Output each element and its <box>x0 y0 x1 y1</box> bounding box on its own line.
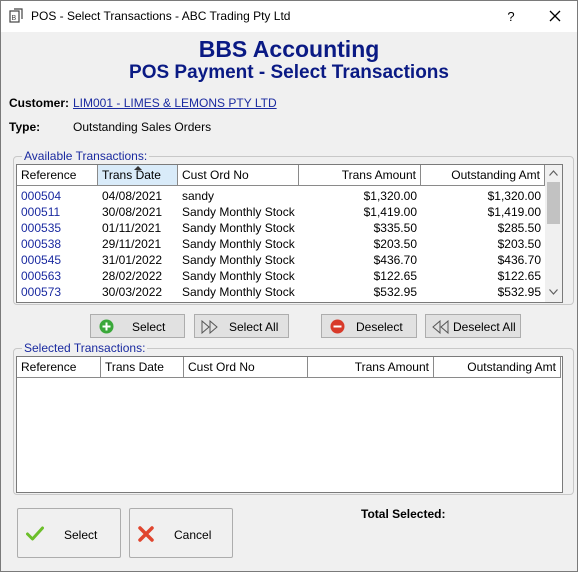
table-cell: 01/11/2021 <box>102 221 162 235</box>
app-icon: B <box>9 8 25 24</box>
selected-transactions-legend: Selected Transactions: <box>24 341 146 355</box>
x-icon <box>138 526 154 542</box>
cancel-button[interactable]: Cancel <box>129 508 233 558</box>
table-cell: Sandy Monthly Stock <box>182 285 295 299</box>
table-cell: 000563 <box>21 269 62 283</box>
deselect-all-button[interactable]: Deselect All <box>425 314 521 338</box>
table-cell: $436.70 <box>373 253 417 267</box>
ok-select-button-label: Select <box>64 528 98 542</box>
table-cell: 30/03/2022 <box>102 285 163 299</box>
table-cell: $335.50 <box>373 221 417 235</box>
table-cell: 04/08/2021 <box>102 189 163 203</box>
scroll-up-icon[interactable] <box>549 170 558 176</box>
table-cell: 000573 <box>21 285 62 299</box>
table-cell: $203.50 <box>497 237 541 251</box>
add-icon <box>99 319 114 334</box>
sort-ascending-icon <box>134 166 142 170</box>
table-cell: $1,419.00 <box>487 205 541 219</box>
checkmark-icon <box>26 526 44 541</box>
title-bar: B POS - Select Transactions - ABC Tradin… <box>1 1 577 32</box>
double-chevron-right-icon <box>201 320 218 334</box>
vertical-scrollbar[interactable] <box>545 165 562 302</box>
table-cell: $285.50 <box>497 221 541 235</box>
select-all-button[interactable]: Select All <box>194 314 289 338</box>
col-cust-ord-no[interactable]: Cust Ord No <box>178 165 299 186</box>
deselect-button[interactable]: Deselect <box>321 314 417 338</box>
close-button[interactable] <box>539 1 571 32</box>
col-trans-date[interactable]: Trans Date <box>98 165 178 186</box>
table-cell: Sandy Monthly Stock <box>182 269 295 283</box>
col-reference[interactable]: Reference <box>17 165 98 186</box>
col-outstanding-amt[interactable]: Outstanding Amt <box>421 165 545 186</box>
help-button[interactable]: ? <box>495 1 527 32</box>
customer-link[interactable]: LIM001 - LIMES & LEMONS PTY LTD <box>73 96 277 110</box>
table-cell: 29/11/2021 <box>102 237 162 251</box>
table-cell: $532.95 <box>373 285 417 299</box>
deselect-button-label: Deselect <box>356 320 403 334</box>
table-row[interactable]: 000504 04/08/2021 sandy $1,320.00 $1,320.00 <box>17 188 545 204</box>
table-cell: $532.95 <box>497 285 541 299</box>
table-cell: $436.70 <box>497 253 541 267</box>
table-cell: 000538 <box>21 237 62 251</box>
window-title: POS - Select Transactions - ABC Trading … <box>31 9 291 23</box>
table-cell: $1,320.00 <box>363 189 417 203</box>
cancel-button-label: Cancel <box>174 528 212 542</box>
dialog-window: B POS - Select Transactions - ABC Tradin… <box>0 0 578 572</box>
col-trans-amount[interactable]: Trans Amount <box>299 165 421 186</box>
table-cell: 000511 <box>21 205 61 219</box>
table-cell: 31/01/2022 <box>102 253 163 267</box>
table-cell: 000545 <box>21 253 62 267</box>
selected-transactions-grid[interactable]: Reference Trans Date Cust Ord No Trans A… <box>16 356 563 493</box>
table-cell: 000504 <box>21 189 62 203</box>
table-cell: $203.50 <box>373 237 417 251</box>
sel-col-trans-amount[interactable]: Trans Amount <box>308 357 434 378</box>
table-row[interactable]: 000563 28/02/2022 Sandy Monthly Stock $122.… <box>17 268 545 284</box>
col-trans-date-label: Trans Date <box>102 168 161 182</box>
sel-col-cust-ord-no[interactable]: Cust Ord No <box>184 357 308 378</box>
scroll-down-icon[interactable] <box>549 289 558 295</box>
customer-label: Customer: <box>9 96 70 110</box>
table-cell: $122.65 <box>373 269 417 283</box>
table-row[interactable]: 000511 30/08/2021 Sandy Monthly Stock $1,41… <box>17 204 545 220</box>
table-cell: 000535 <box>21 221 62 235</box>
table-row[interactable]: 000538 29/11/2021 Sandy Monthly Stock $203.… <box>17 236 545 252</box>
table-cell: 28/02/2022 <box>102 269 163 283</box>
table-cell: Sandy Monthly Stock <box>182 237 295 251</box>
close-icon <box>549 10 561 22</box>
remove-icon <box>330 319 345 334</box>
type-value: Outstanding Sales Orders <box>73 120 212 134</box>
table-cell: sandy <box>182 189 215 203</box>
select-all-button-label: Select All <box>229 320 279 334</box>
table-cell: $1,419.00 <box>363 205 417 219</box>
sel-col-reference[interactable]: Reference <box>17 357 101 378</box>
svg-text:B: B <box>12 15 17 22</box>
sel-col-trans-date[interactable]: Trans Date <box>101 357 184 378</box>
table-cell: Sandy Monthly Stock <box>182 253 295 267</box>
select-button[interactable]: Select <box>90 314 185 338</box>
table-cell: Sandy Monthly Stock <box>182 221 295 235</box>
table-cell: $1,320.00 <box>487 189 541 203</box>
table-row[interactable]: 000545 31/01/2022 Sandy Monthly Stock $436.… <box>17 252 545 268</box>
table-cell: Sandy Monthly Stock <box>182 205 295 219</box>
table-row[interactable]: 000573 30/03/2022 Sandy Monthly Stock $532.… <box>17 284 545 300</box>
select-button-label: Select <box>132 320 166 334</box>
heading-title: BBS Accounting <box>198 36 380 62</box>
table-cell: $122.65 <box>497 269 541 283</box>
table-cell: 30/08/2021 <box>102 205 163 219</box>
double-chevron-left-icon <box>432 320 449 334</box>
heading-subtitle: POS Payment - Select Transactions <box>129 62 449 83</box>
type-label: Type: <box>9 120 41 134</box>
scroll-thumb[interactable] <box>547 182 560 224</box>
table-row[interactable]: 000535 01/11/2021 Sandy Monthly Stock $335.… <box>17 220 545 236</box>
deselect-all-button-label: Deselect All <box>453 320 516 334</box>
sel-col-outstanding-amt[interactable]: Outstanding Amt <box>434 357 561 378</box>
available-transactions-legend: Available Transactions: <box>24 149 148 163</box>
available-transactions-grid[interactable]: Reference Trans Date Cust Ord No Trans A… <box>16 164 563 303</box>
total-selected-label: Total Selected: <box>361 507 446 521</box>
ok-select-button[interactable]: Select <box>17 508 121 558</box>
